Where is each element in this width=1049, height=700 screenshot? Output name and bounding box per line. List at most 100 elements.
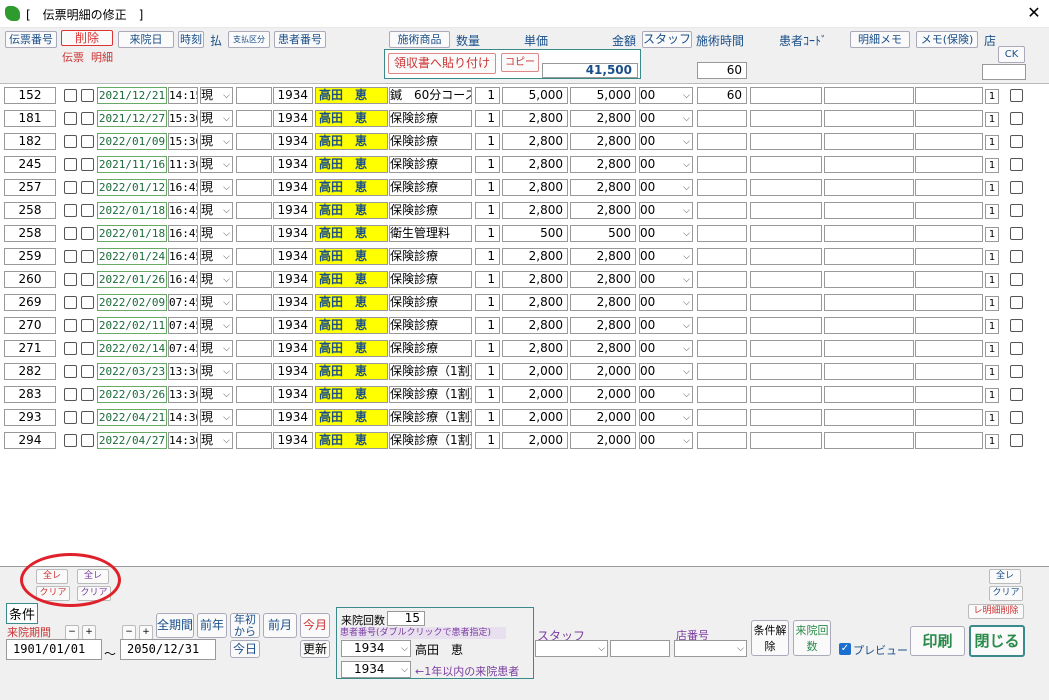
cell-no[interactable]: 294 <box>4 432 56 449</box>
cell-cb1[interactable] <box>64 227 77 240</box>
cell-amount[interactable]: 2,800 <box>570 317 636 334</box>
cell-dur[interactable] <box>697 340 747 357</box>
cell-cb3[interactable] <box>1010 158 1023 171</box>
cell-m1[interactable] <box>750 386 822 403</box>
cell-cb1[interactable] <box>64 411 77 424</box>
cell-cb2[interactable] <box>81 273 94 286</box>
cell-store[interactable]: 1 <box>985 227 999 242</box>
cell-m3[interactable] <box>915 294 983 311</box>
cell-pay[interactable]: 現 ⌵ <box>200 156 233 173</box>
cell-store[interactable]: 1 <box>985 89 999 104</box>
cell-time[interactable]: 13:30 <box>168 386 198 403</box>
cell-time[interactable]: 14:15 <box>168 87 198 104</box>
cell-cb2[interactable] <box>81 388 94 401</box>
cell-price[interactable]: 5,000 <box>502 87 568 104</box>
year-start-button[interactable]: 年初から <box>230 613 260 638</box>
cell-price[interactable]: 2,000 <box>502 409 568 426</box>
cell-dur[interactable] <box>697 409 747 426</box>
cell-amount[interactable]: 2,800 <box>570 110 636 127</box>
cell-m2[interactable] <box>824 340 914 357</box>
cell-date[interactable]: 2022/01/26 <box>97 271 167 288</box>
cell-dur[interactable] <box>697 156 747 173</box>
cell-qty[interactable]: 1 <box>475 248 500 265</box>
cell-m1[interactable] <box>750 225 822 242</box>
cell-cb1[interactable] <box>64 273 77 286</box>
cell-no[interactable]: 257 <box>4 179 56 196</box>
cell-m3[interactable] <box>915 225 983 242</box>
cell-time[interactable]: 16:45 <box>168 225 198 242</box>
close-button[interactable]: 閉じる <box>969 625 1025 657</box>
cell-cb1[interactable] <box>64 250 77 263</box>
this-month-button[interactable]: 今月 <box>300 613 330 638</box>
cell-store[interactable]: 1 <box>985 181 999 196</box>
cell-cb1[interactable] <box>64 365 77 378</box>
cell-m3[interactable] <box>915 248 983 265</box>
cell-dur[interactable] <box>697 110 747 127</box>
cell-store[interactable]: 1 <box>985 388 999 403</box>
cell-m3[interactable] <box>915 386 983 403</box>
cell-m1[interactable] <box>750 133 822 150</box>
condition-release-button[interactable]: 条件解除 <box>751 620 789 656</box>
cell-qty[interactable]: 1 <box>475 432 500 449</box>
to-plus-button[interactable]: + <box>139 625 153 640</box>
cell-qty[interactable]: 1 <box>475 386 500 403</box>
cell-date[interactable]: 2021/12/27 <box>97 110 167 127</box>
close-icon[interactable]: ✕ <box>1024 3 1044 22</box>
cell-pay[interactable]: 現 ⌵ <box>200 179 233 196</box>
cell-m1[interactable] <box>750 340 822 357</box>
cell-m2[interactable] <box>824 248 914 265</box>
cell-pay[interactable]: 現 ⌵ <box>200 386 233 403</box>
to-minus-button[interactable]: − <box>122 625 136 640</box>
cell-cb1[interactable] <box>64 342 77 355</box>
cell-no[interactable]: 270 <box>4 317 56 334</box>
cell-amount[interactable]: 2,800 <box>570 340 636 357</box>
cell-no[interactable]: 245 <box>4 156 56 173</box>
cell-amount[interactable]: 5,000 <box>570 87 636 104</box>
cell-price[interactable]: 2,800 <box>502 317 568 334</box>
cell-pay[interactable]: 現 ⌵ <box>200 87 233 104</box>
cell-m3[interactable] <box>915 156 983 173</box>
cell-m1[interactable] <box>750 156 822 173</box>
staff-button[interactable]: スタッフ <box>642 31 692 48</box>
cell-store[interactable]: 1 <box>985 112 999 127</box>
memo-insurance-button[interactable]: メモ(保険) <box>916 31 978 48</box>
print-button[interactable]: 印刷 <box>910 626 965 656</box>
preview-checkbox[interactable]: ✓ <box>839 643 851 655</box>
cell-date[interactable]: 2022/01/24 <box>97 248 167 265</box>
cell-pay[interactable]: 現 ⌵ <box>200 271 233 288</box>
cell-cb3[interactable] <box>1010 135 1023 148</box>
sort-patient-no-button[interactable]: 患者番号 <box>274 31 326 48</box>
cell-cb2[interactable] <box>81 296 94 309</box>
cell-m2[interactable] <box>824 110 914 127</box>
cell-m3[interactable] <box>915 87 983 104</box>
cell-qty[interactable]: 1 <box>475 294 500 311</box>
cell-cb1[interactable] <box>64 181 77 194</box>
sort-item-button[interactable]: 施術商品 <box>389 31 450 48</box>
cell-cb3[interactable] <box>1010 434 1023 447</box>
cell-time[interactable]: 16:45 <box>168 271 198 288</box>
cell-cb1[interactable] <box>64 135 77 148</box>
cell-price[interactable]: 2,800 <box>502 133 568 150</box>
cell-m2[interactable] <box>824 317 914 334</box>
cell-price[interactable]: 2,800 <box>502 156 568 173</box>
refresh-button[interactable]: 更新 <box>300 640 330 658</box>
cell-date[interactable]: 2022/01/09 <box>97 133 167 150</box>
cell-no[interactable]: 182 <box>4 133 56 150</box>
cell-store[interactable]: 1 <box>985 135 999 150</box>
cell-price[interactable]: 2,000 <box>502 363 568 380</box>
receipt-paste-button[interactable]: 領収書へ貼り付け <box>388 53 496 74</box>
prev-month-button[interactable]: 前月 <box>263 613 297 638</box>
cell-date[interactable]: 2022/02/11 <box>97 317 167 334</box>
cell-cb2[interactable] <box>81 112 94 125</box>
cell-m1[interactable] <box>750 363 822 380</box>
cell-cb2[interactable] <box>81 89 94 102</box>
cell-time[interactable]: 15:30 <box>168 110 198 127</box>
cell-cb2[interactable] <box>81 342 94 355</box>
cell-dur[interactable] <box>697 386 747 403</box>
cell-m2[interactable] <box>824 156 914 173</box>
cell-no[interactable]: 259 <box>4 248 56 265</box>
cell-no[interactable]: 258 <box>4 202 56 219</box>
cell-date[interactable]: 2021/12/21 <box>97 87 167 104</box>
cell-store[interactable]: 1 <box>985 434 999 449</box>
ck-button[interactable]: CK <box>998 46 1025 63</box>
